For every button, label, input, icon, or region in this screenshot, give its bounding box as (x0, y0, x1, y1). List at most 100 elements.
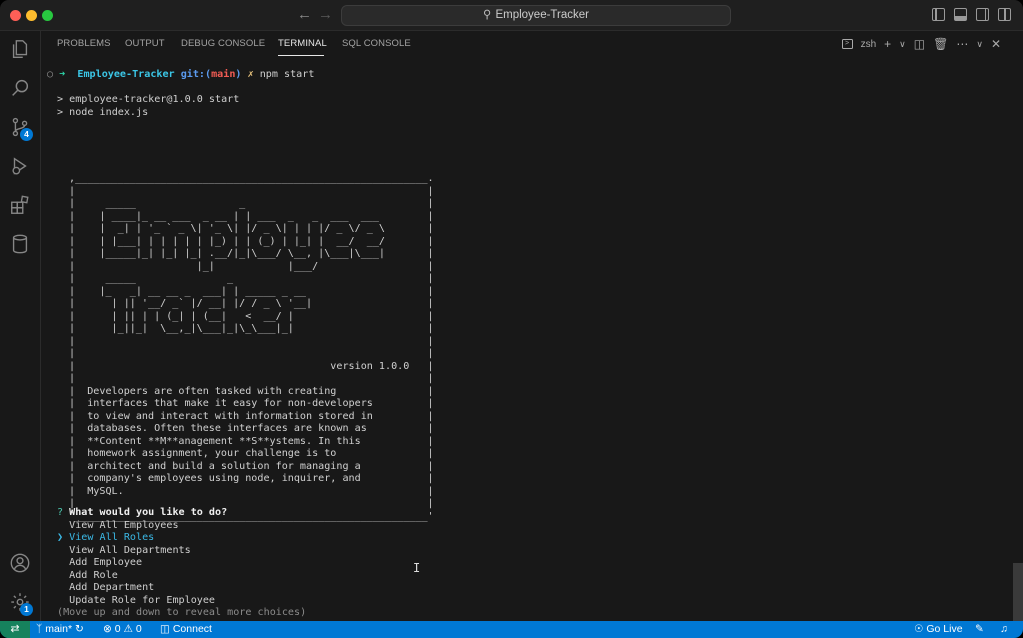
customize-layout-icon[interactable] (998, 8, 1011, 21)
broadcast-icon: ☉ (914, 623, 927, 635)
npm-line: > node index.js (57, 106, 149, 118)
banner-line: | homework assignment, your challenge is… (69, 448, 434, 459)
banner-line: | | |___| | | | | | |_) | | (_) | |_| | … (69, 235, 434, 247)
toggle-secondary-sidebar-icon[interactable] (976, 8, 989, 21)
choice-item[interactable]: Update Role for Employee (57, 595, 215, 608)
tab-debug-console[interactable]: DEBUG CONSOLE (181, 38, 265, 49)
banner-line: | | ____|_ __ ___ _ __ | | ___ _ _ ___ _… (69, 210, 434, 222)
go-live-button[interactable]: ☉ Go Live (914, 623, 963, 636)
branch-icon: ᛉ (36, 623, 46, 635)
choice-item[interactable]: View All Employees (57, 520, 178, 533)
error-icon: ⊗ (103, 623, 115, 635)
problems-status[interactable]: ⊗ 0 ⚠ 0 (103, 623, 142, 636)
prompt-command: npm start (259, 69, 315, 80)
chevron-down-icon[interactable]: ∨ (899, 39, 906, 50)
git-branch: main (211, 69, 236, 80)
extensions-icon[interactable] (9, 194, 31, 216)
banner-line: | |_||_| \__,_|\___|_|\_\___|_| | (69, 323, 434, 334)
maximize-panel-icon[interactable]: ∨ (976, 39, 983, 50)
run-debug-icon[interactable] (9, 155, 31, 177)
new-terminal-icon[interactable]: + (884, 37, 891, 51)
active-tab-indicator (278, 55, 324, 56)
tab-sql-console[interactable]: SQL CONSOLE (342, 38, 411, 49)
toggle-primary-sidebar-icon[interactable] (932, 8, 945, 21)
command-center-search[interactable]: ⚲ Employee-Tracker (341, 5, 731, 26)
prompt-question: ? What would you like to do? (57, 507, 228, 518)
banner-line: | **Content **M**anagement **S**ystems. … (69, 435, 434, 447)
banner-line: | architect and build a solution for man… (69, 460, 434, 472)
selection-pointer-icon (57, 545, 69, 556)
choice-item[interactable]: Add Role (57, 570, 118, 583)
banner-line: | | (69, 348, 434, 359)
banner-line: | |_ _| __ __ _ ___| | _____ _ __ | (69, 285, 434, 297)
selection-pointer-icon (57, 520, 69, 531)
banner-line: | | (69, 373, 434, 384)
connect-status[interactable]: ◫ Connect (160, 623, 212, 636)
tab-problems[interactable]: PROBLEMS (57, 38, 111, 49)
split-terminal-icon[interactable]: ◫ (914, 37, 925, 51)
bell-icon[interactable]: ♫ (1000, 623, 1008, 636)
banner-line: | version 1.0.0 | (69, 360, 434, 372)
selection-pointer-icon (57, 557, 69, 568)
tab-output[interactable]: OUTPUT (125, 38, 165, 49)
banner-box: ,_______________________________________… (69, 173, 434, 523)
tab-terminal[interactable]: TERMINAL (278, 38, 327, 49)
feedback-icon[interactable]: ✎ (975, 623, 984, 636)
scrollbar-thumb[interactable] (1013, 563, 1023, 621)
search-icon: ⚲ (483, 9, 492, 21)
trash-icon[interactable]: 🗑 (933, 37, 948, 51)
banner-line: ,_______________________________________… (69, 173, 434, 184)
database-icon[interactable] (9, 233, 31, 255)
banner-line: | databases. Often these interfaces are … (69, 423, 434, 434)
minimize-window-button[interactable] (26, 10, 37, 21)
banner-line: | Developers are often tasked with creat… (69, 385, 434, 397)
selection-pointer-icon (57, 595, 69, 606)
search-icon[interactable] (9, 77, 31, 99)
terminal-scrollbar[interactable] (1013, 61, 1023, 638)
banner-line: | _____ _ | (69, 198, 434, 209)
status-bar: ⇄ ᛉ main* ↻ ⊗ 0 ⚠ 0 ◫ Connect ☉ Go Live … (0, 621, 1023, 638)
database-icon: ◫ (160, 623, 173, 635)
close-window-button[interactable] (10, 10, 21, 21)
close-panel-icon[interactable]: ✕ (991, 37, 1001, 51)
banner-line: | interfaces that make it easy for non-d… (69, 398, 434, 409)
banner-line: | | _| | '_ ` _ \| '_ \| |/ _ \| | | |/ … (69, 223, 434, 234)
selection-pointer-icon (57, 582, 69, 593)
layout-controls (932, 8, 1011, 21)
choice-item[interactable]: ❯ View All Roles (57, 532, 154, 545)
terminal-output[interactable]: ○ ➜ Employee-Tracker git:(main) ✗ npm st… (41, 57, 1011, 621)
files-icon[interactable] (9, 38, 31, 60)
banner-line: | to view and interact with information … (69, 410, 434, 422)
selection-pointer-icon (57, 570, 69, 581)
source-control-badge: 4 (20, 128, 33, 141)
selection-pointer-icon: ❯ (57, 532, 70, 543)
forward-arrow-icon[interactable]: → (318, 6, 333, 23)
banner-line: | | (69, 185, 434, 197)
shell-name[interactable]: zsh (861, 39, 877, 50)
sync-icon: ↻ (75, 623, 84, 635)
terminal-icon: > (841, 39, 853, 49)
banner-line: | | || | | (_| | (__| < __/ | | (69, 310, 434, 322)
branch-status[interactable]: ᛉ main* ↻ (36, 623, 84, 636)
source-control-icon[interactable]: 4 (9, 116, 33, 141)
choice-item[interactable]: View All Departments (57, 545, 191, 558)
gear-icon[interactable]: 1 (9, 591, 33, 616)
npm-line: > employee-tracker@1.0.0 start (57, 94, 240, 105)
warning-icon: ⚠ (123, 623, 136, 635)
banner-line: | _____ _ | (69, 273, 434, 284)
toggle-panel-icon[interactable] (954, 8, 967, 21)
banner-line: | | (69, 335, 434, 347)
panel-tabs: PROBLEMS OUTPUT DEBUG CONSOLE TERMINAL S… (41, 31, 1023, 57)
account-icon[interactable] (9, 552, 31, 574)
back-arrow-icon[interactable]: ← (297, 6, 312, 23)
window-title: Employee-Tracker (495, 9, 589, 21)
title-bar: ← → ⚲ Employee-Tracker (0, 0, 1023, 31)
manage-badge: 1 (20, 603, 33, 616)
choice-item[interactable]: Add Department (57, 582, 154, 595)
remote-indicator-icon[interactable]: ⇄ (0, 621, 30, 638)
panel-actions: > zsh + ∨ ◫ 🗑 ⋯ ∨ ✕ (841, 36, 1001, 52)
maximize-window-button[interactable] (42, 10, 53, 21)
more-actions-icon[interactable]: ⋯ (956, 37, 968, 51)
vscode-window: ← → ⚲ Employee-Tracker 4 1 PROBLEMS OUTP… (0, 0, 1023, 638)
choice-item[interactable]: Add Employee (57, 557, 142, 570)
